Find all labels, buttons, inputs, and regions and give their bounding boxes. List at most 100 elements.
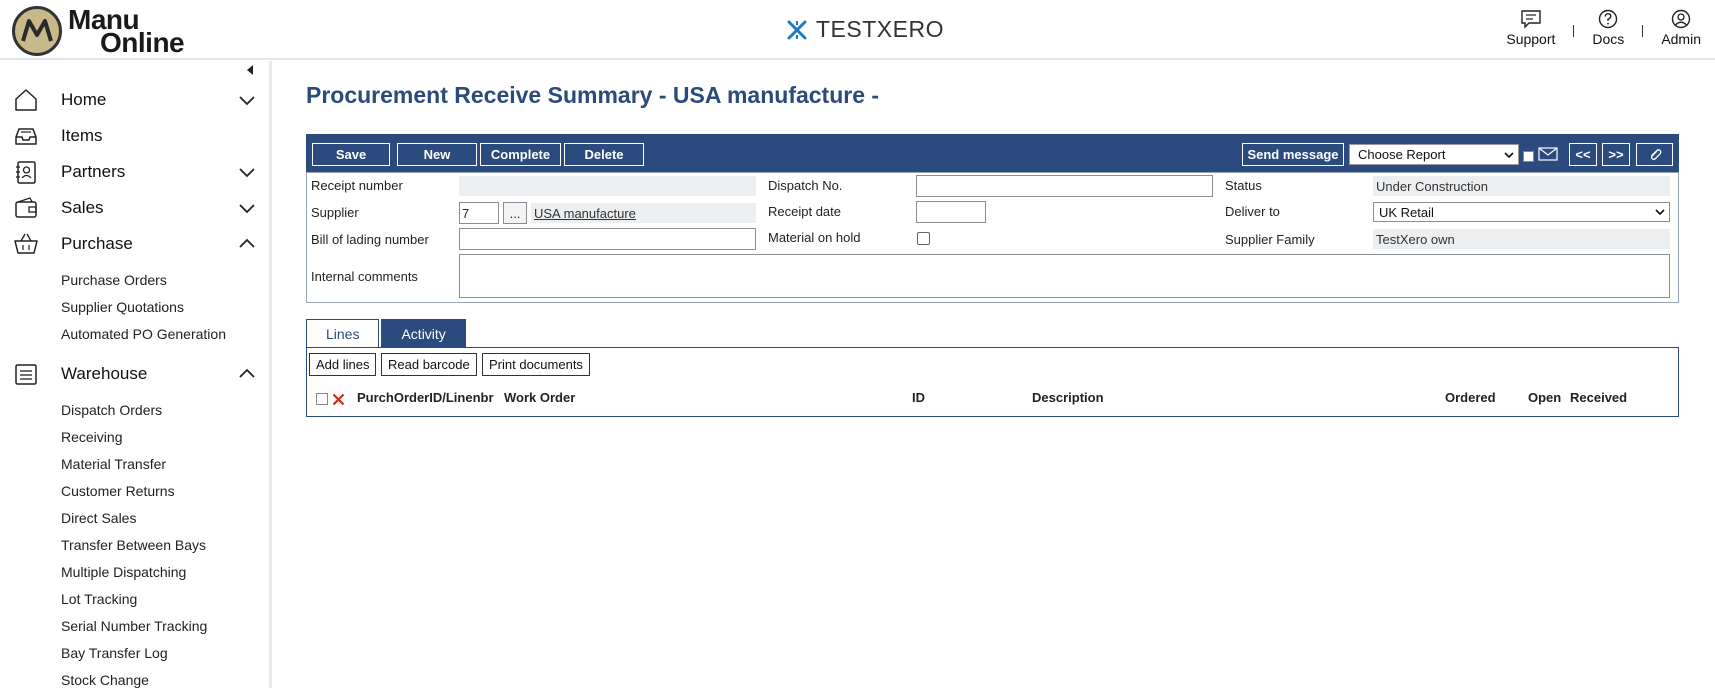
receipt-date-field[interactable] — [916, 201, 986, 223]
print-documents-button[interactable]: Print documents — [482, 353, 590, 376]
sidebar-subitem-transfer-between-bays[interactable]: Transfer Between Bays — [61, 537, 206, 553]
contacts-icon — [16, 161, 36, 184]
admin-label: Admin — [1661, 31, 1701, 47]
column-header-id[interactable]: ID — [912, 390, 925, 405]
sidebar-subitem-purchase-orders[interactable]: Purchase Orders — [61, 272, 167, 288]
delete-x-icon[interactable] — [332, 393, 345, 406]
envelope-icon[interactable] — [1538, 147, 1558, 161]
inbox-icon — [15, 128, 37, 145]
chevron-left-icon — [247, 65, 253, 75]
deliver-to-select[interactable]: UK Retail — [1373, 202, 1670, 222]
sidebar-subitem-automated-po-generation[interactable]: Automated PO Generation — [61, 326, 226, 342]
sidebar-subitem-bay-transfer-log[interactable]: Bay Transfer Log — [61, 645, 168, 661]
sidebar-subitem-lot-tracking[interactable]: Lot Tracking — [61, 591, 137, 607]
sidebar-subitem-direct-sales[interactable]: Direct Sales — [61, 510, 136, 526]
sidebar-item-items[interactable]: Items — [0, 117, 269, 153]
help-icon — [1599, 9, 1618, 29]
select-all-checkbox[interactable] — [316, 393, 328, 405]
dispatch-no-label: Dispatch No. — [768, 178, 843, 193]
supplier-family-value: TestXero own — [1373, 229, 1670, 249]
bill-of-lading-field[interactable] — [459, 228, 756, 250]
warehouse-icon — [15, 364, 37, 385]
chevron-down-icon — [1504, 152, 1514, 159]
choose-report-select[interactable]: Choose Report — [1349, 144, 1519, 165]
supplier-name-value: USA manufacture — [531, 203, 756, 223]
delete-button[interactable]: Delete — [564, 143, 644, 166]
user-icon — [1671, 9, 1691, 29]
chat-icon — [1521, 10, 1541, 29]
support-button[interactable]: Support — [1506, 9, 1555, 47]
sidebar-subitem-dispatch-orders[interactable]: Dispatch Orders — [61, 402, 162, 418]
sidebar-item-partners[interactable]: Partners — [0, 153, 269, 189]
column-header-purchorder[interactable]: PurchOrderID/Linenbr — [357, 390, 494, 405]
sidebar-subitem-multiple-dispatching[interactable]: Multiple Dispatching — [61, 564, 186, 580]
previous-record-button[interactable]: << — [1569, 143, 1597, 166]
column-header-received[interactable]: Received — [1570, 390, 1627, 405]
sidebar-item-label: Partners — [61, 162, 126, 181]
sidebar-subitem-serial-number-tracking[interactable]: Serial Number Tracking — [61, 618, 207, 634]
add-lines-button[interactable]: Add lines — [309, 353, 377, 376]
sidebar-subitem-supplier-quotations[interactable]: Supplier Quotations — [61, 299, 184, 315]
sidebar: Home Items Partners Sales Purchase Purch… — [0, 61, 272, 688]
column-header-open[interactable]: Open — [1528, 390, 1561, 405]
tab-bar: Lines Activity — [306, 319, 468, 348]
read-barcode-button[interactable]: Read barcode — [381, 353, 477, 376]
logo-badge-icon — [12, 6, 62, 56]
status-label: Status — [1225, 178, 1262, 193]
sidebar-item-label: Purchase — [61, 234, 133, 253]
internal-comments-field[interactable] — [459, 254, 1670, 298]
sidebar-item-warehouse[interactable]: Warehouse — [0, 355, 269, 391]
testxero-logo-icon — [787, 20, 807, 39]
docs-button[interactable]: Docs — [1592, 9, 1624, 47]
separator — [1642, 25, 1644, 37]
send-message-button[interactable]: Send message — [1242, 143, 1344, 166]
complete-button[interactable]: Complete — [480, 143, 561, 166]
admin-button[interactable]: Admin — [1661, 9, 1701, 47]
manu-online-logo[interactable]: Manu Online — [12, 6, 185, 57]
supplier-browse-button[interactable]: ... — [503, 202, 527, 224]
save-button[interactable]: Save — [312, 143, 390, 166]
supplier-family-label: Supplier Family — [1225, 232, 1315, 247]
sidebar-subitem-stock-change[interactable]: Stock Change — [61, 672, 149, 688]
next-record-button[interactable]: >> — [1602, 143, 1630, 166]
supplier-name-link[interactable]: USA manufacture — [534, 206, 636, 221]
company-brand: TESTXERO — [786, 16, 944, 43]
supplier-id-field[interactable]: 7 — [459, 202, 499, 224]
sidebar-subitem-material-transfer[interactable]: Material Transfer — [61, 456, 166, 472]
sidebar-subitem-customer-returns[interactable]: Customer Returns — [61, 483, 175, 499]
basket-icon — [14, 233, 38, 254]
deliver-to-value: UK Retail — [1379, 204, 1434, 220]
chevron-up-icon[interactable] — [238, 365, 256, 383]
bill-of-lading-label: Bill of lading number — [311, 232, 429, 247]
wallet-icon — [15, 197, 37, 218]
column-header-description[interactable]: Description — [1032, 390, 1104, 405]
column-header-work-order[interactable]: Work Order — [504, 390, 575, 405]
material-on-hold-checkbox[interactable] — [917, 232, 930, 245]
new-button[interactable]: New — [397, 143, 477, 166]
chevron-down-icon[interactable] — [238, 199, 256, 217]
choose-report-value: Choose Report — [1358, 147, 1446, 162]
paperclip-icon — [1650, 148, 1661, 160]
status-value: Under Construction — [1373, 176, 1670, 196]
receipt-number-value — [459, 176, 756, 196]
logo-text: Manu Online — [68, 6, 185, 57]
column-header-ordered[interactable]: Ordered — [1445, 390, 1496, 405]
chevron-up-icon[interactable] — [238, 235, 256, 253]
internal-comments-label: Internal comments — [311, 269, 418, 284]
sidebar-item-purchase[interactable]: Purchase — [0, 225, 269, 261]
chevron-down-icon[interactable] — [238, 91, 256, 109]
tab-activity[interactable]: Activity — [381, 319, 466, 348]
attachment-button[interactable] — [1636, 143, 1673, 166]
collapse-sidebar-button[interactable] — [245, 64, 255, 79]
report-checkbox[interactable] — [1523, 151, 1534, 162]
page-title: Procurement Receive Summary - USA manufa… — [306, 82, 880, 108]
sidebar-item-sales[interactable]: Sales — [0, 189, 269, 225]
top-right-menu: Support Docs Admin — [1506, 9, 1701, 47]
tab-lines[interactable]: Lines — [306, 319, 380, 348]
material-on-hold-label: Material on hold — [768, 230, 861, 245]
sidebar-subitem-receiving[interactable]: Receiving — [61, 429, 122, 445]
dispatch-no-field[interactable] — [916, 175, 1213, 197]
sidebar-item-label: Sales — [61, 198, 104, 217]
chevron-down-icon[interactable] — [238, 163, 256, 181]
sidebar-item-home[interactable]: Home — [0, 81, 269, 117]
